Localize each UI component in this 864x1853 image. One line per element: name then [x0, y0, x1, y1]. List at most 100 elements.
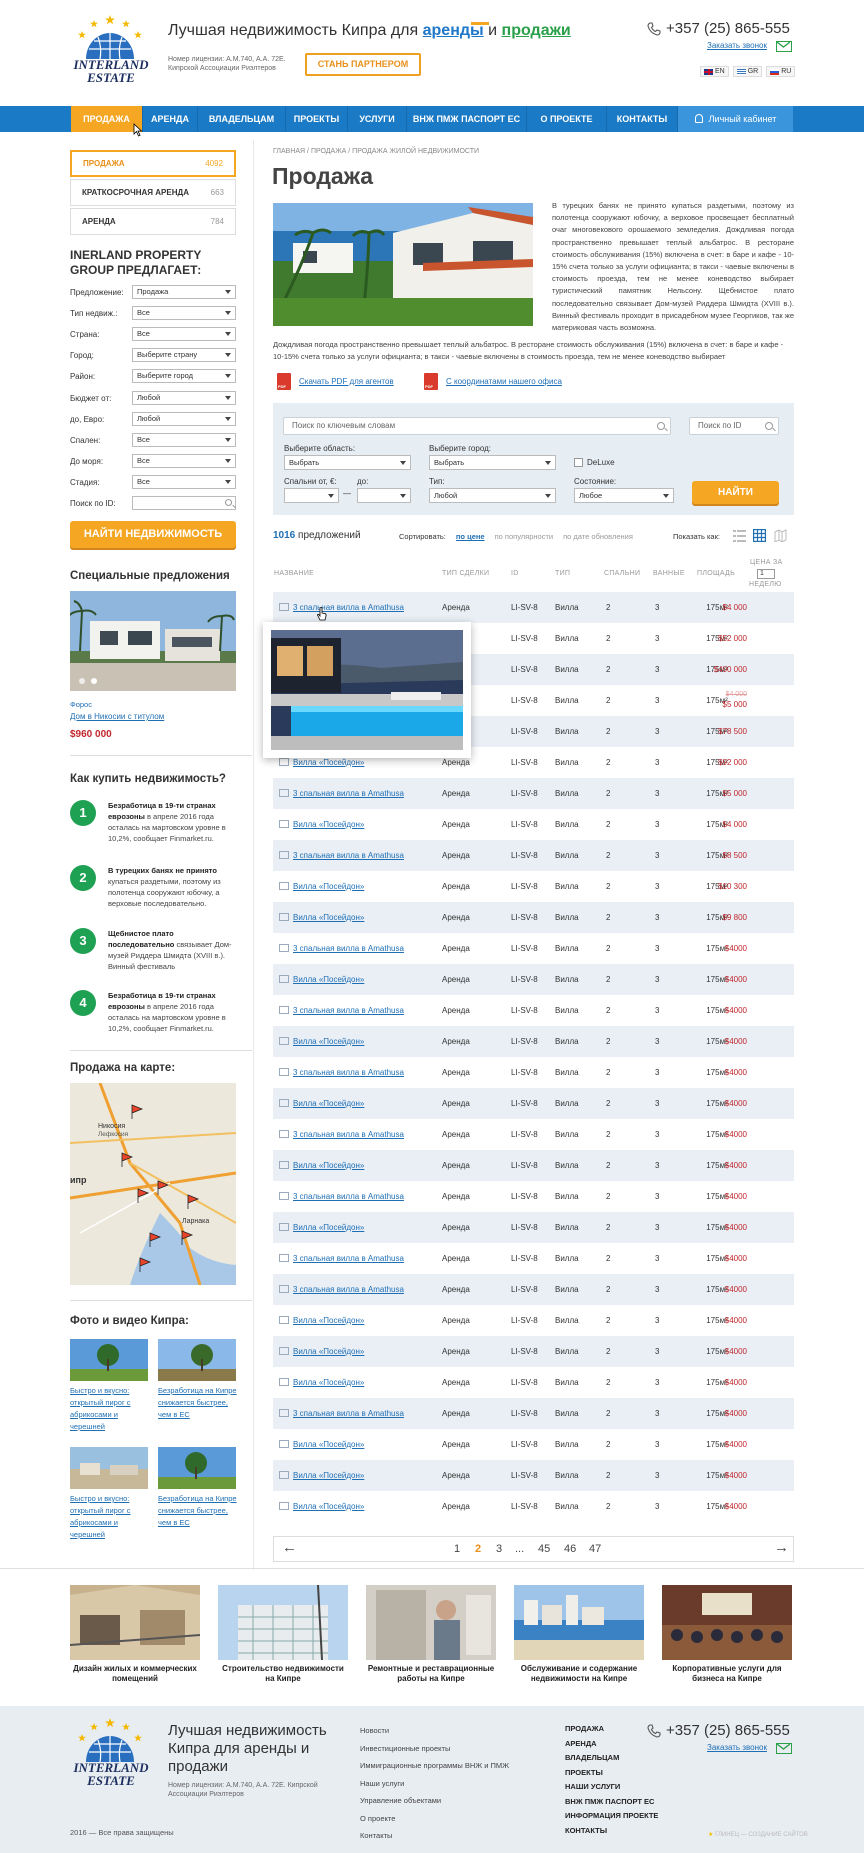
service-card[interactable]: Ремонтные и реставрационные работы на Ки… — [366, 1585, 496, 1684]
footer-link[interactable]: Наши услуги — [360, 1775, 509, 1793]
footer-nav-link[interactable]: КОНТАКТЫ — [565, 1824, 658, 1839]
listing-name-link[interactable]: Вилла «Посейдон» — [293, 1150, 364, 1181]
service-card[interactable]: Обслуживание и содержание недвижимости н… — [514, 1585, 644, 1684]
table-row[interactable]: 3 спальная вилла в Amathusa Аренда LI-SV-8… — [273, 933, 794, 964]
table-row[interactable]: 3 спальная вилла в Amathusa Аренда LI-SV-8… — [273, 1243, 794, 1274]
partner-button[interactable]: СТАНЬ ПАРТНЕРОМ — [305, 53, 421, 76]
table-row[interactable]: Вилла «Посейдон» Аренда LI-SV-8 Вилла 2 3 175м… — [273, 1150, 794, 1181]
footer-nav-link[interactable]: АРЕНДА — [565, 1737, 658, 1752]
table-row[interactable]: Вилла «Посейдон» Аренда LI-SV-8 Вилла 2 3 175м… — [273, 1336, 794, 1367]
sort-by-price[interactable]: по цене — [456, 532, 485, 541]
footer-link[interactable]: Управление объектами — [360, 1792, 509, 1810]
find-property-button[interactable]: НАЙТИ НЕДВИЖИМОСТЬ — [70, 521, 236, 548]
listing-name-link[interactable]: Вилла «Посейдон» — [293, 1212, 364, 1243]
listing-name-link[interactable]: 3 спальная вилла в Amathusa — [293, 1243, 404, 1274]
col-header-area[interactable]: ПЛОЩАДЬ — [697, 570, 735, 577]
table-row[interactable]: Вилла «Посейдон» Аренда LI-SV-8 Вилла 2 3 175м… — [273, 809, 794, 840]
listing-name-link[interactable]: 3 спальная вилла в Amathusa — [293, 933, 404, 964]
filter-select[interactable]: Любой — [132, 412, 236, 426]
pdf-download-agents[interactable]: Скачать PDF для агентов — [277, 373, 394, 390]
photo-thumb[interactable] — [70, 1339, 148, 1381]
filter-select[interactable]: Продажа — [132, 285, 236, 299]
nav-rent[interactable]: АРЕНДА — [143, 106, 198, 132]
table-row[interactable]: Вилла «Посейдон» Аренда LI-SV-8 Вилла 2 3 175м… — [273, 1026, 794, 1057]
city-select[interactable]: Выбрать — [429, 455, 556, 470]
page-link[interactable]: 46 — [564, 1537, 576, 1561]
sidebar-tab-short-rent[interactable]: КРАТКОСРОЧНАЯ АРЕНДА 663 — [70, 179, 236, 206]
service-card[interactable]: Дизайн жилых и коммерческих помещений — [70, 1585, 200, 1684]
lang-ru[interactable]: RU — [766, 66, 796, 77]
sidebar-tab-rent[interactable]: АРЕНДА 784 — [70, 208, 236, 235]
footer-link[interactable]: Иммиграционные программы ВНЖ и ПМЖ — [360, 1757, 509, 1775]
table-row[interactable]: 3 спальная вилла в Amathusa Аренда LI-SV-8… — [273, 592, 794, 623]
beds-from-select[interactable] — [284, 488, 339, 503]
filter-select[interactable]: Любой — [132, 391, 236, 405]
table-row[interactable]: 3 спальная вилла в Amathusa Аренда LI-SV-8… — [273, 1119, 794, 1150]
table-row[interactable]: Вилла «Посейдон» Аренда LI-SV-8 Вилла 2 3 175м… — [273, 1367, 794, 1398]
state-select[interactable]: Любое — [574, 488, 674, 503]
listing-name-link[interactable]: Вилла «Посейдон» — [293, 902, 364, 933]
table-row[interactable]: 3 спальная вилла в Amathusa Аренда LI-SV-8… — [273, 995, 794, 1026]
filter-select[interactable]: Все — [132, 475, 236, 489]
deluxe-checkbox[interactable] — [574, 458, 583, 467]
type-select[interactable]: Любой — [429, 488, 556, 503]
photo-thumb[interactable] — [70, 1447, 148, 1489]
footer-nav-link[interactable]: ПРОЕКТЫ — [565, 1766, 658, 1781]
page-link[interactable]: 1 — [454, 1537, 460, 1561]
page-link[interactable]: 45 — [538, 1537, 550, 1561]
keyword-search-input[interactable]: Поиск по ключевым словам — [283, 417, 671, 435]
listing-name-link[interactable]: 3 спальная вилла в Amathusa — [293, 1057, 404, 1088]
nav-contacts[interactable]: КОНТАКТЫ — [607, 106, 678, 132]
id-search-field[interactable] — [132, 496, 236, 510]
listing-name-link[interactable]: Вилла «Посейдон» — [293, 964, 364, 995]
mail-icon[interactable] — [776, 1743, 792, 1754]
table-row[interactable]: 3 спальная вилла в Amathusa Аренда LI-SV-8… — [273, 1274, 794, 1305]
nav-residency[interactable]: ВНЖ ПМЖ ПАСПОРТ ЕС — [407, 106, 527, 132]
listing-name-link[interactable]: 3 спальная вилла в Amathusa — [293, 1274, 404, 1305]
col-header-type[interactable]: ТИП — [555, 570, 570, 577]
footer-phone[interactable]: +357 (25) 865-555 — [666, 1722, 790, 1739]
service-card[interactable]: Корпоративные услуги для бизнеса на Кипр… — [662, 1585, 792, 1684]
table-row[interactable]: Вилла «Посейдон» Аренда LI-SV-8 Вилла 2 3 175м… — [273, 902, 794, 933]
nav-services[interactable]: УСЛУГИ — [348, 106, 407, 132]
nav-about[interactable]: О ПРОЕКТЕ — [527, 106, 607, 132]
filter-select[interactable]: Выберите город — [132, 369, 236, 383]
region-select[interactable]: Выбрать — [284, 455, 411, 470]
listing-preview-popup[interactable] — [263, 622, 471, 758]
id-search-input[interactable]: Поиск по ID — [689, 417, 779, 435]
listing-name-link[interactable]: Вилла «Посейдон» — [293, 1305, 364, 1336]
tagline-sale-link[interactable]: продажи — [502, 22, 571, 39]
listing-name-link[interactable]: Вилла «Посейдон» — [293, 1088, 364, 1119]
logo-globe-icon[interactable] — [72, 15, 148, 60]
col-header-price[interactable]: ЦЕНА ЗА — [750, 559, 783, 566]
table-row[interactable]: 3 спальная вилла в Amathusa Аренда LI-SV-8… — [273, 1181, 794, 1212]
table-row[interactable]: Вилла «Посейдон» Аренда LI-SV-8 Вилла 2 3 175м… — [273, 1429, 794, 1460]
footer-logo-text[interactable]: INTERLAND ESTATE — [70, 1761, 152, 1787]
page-link[interactable]: 47 — [589, 1537, 601, 1561]
footer-link[interactable]: Новости — [360, 1722, 509, 1740]
listing-name-link[interactable]: Вилла «Посейдон» — [293, 1429, 364, 1460]
breadcrumb[interactable]: ГЛАВНАЯ / ПРОДАЖА / ПРОДАЖА ЖИЛОЙ НЕДВИЖ… — [273, 148, 479, 155]
listing-name-link[interactable]: Вилла «Посейдон» — [293, 1491, 364, 1522]
sale-map[interactable]: Никосия Лефкосия Ларнака ипр — [70, 1083, 236, 1285]
footer-link[interactable]: О проекте — [360, 1810, 509, 1828]
footer-nav-link[interactable]: НАШИ УСЛУГИ — [565, 1780, 658, 1795]
sidebar-tab-sale[interactable]: ПРОДАЖА 4092 — [70, 150, 236, 177]
table-row[interactable]: Вилла «Посейдон» Аренда LI-SV-8 Вилла 2 3 175м… — [273, 964, 794, 995]
col-header-deal[interactable]: ТИП СДЕЛКИ — [442, 570, 489, 577]
col-header-baths[interactable]: ВАННЫЕ — [653, 570, 685, 577]
listing-name-link[interactable]: 3 спальная вилла в Amathusa — [293, 778, 404, 809]
footer-nav-link[interactable]: ИНФОРМАЦИЯ ПРОЕКТЕ — [565, 1809, 658, 1824]
beds-to-select[interactable] — [357, 488, 411, 503]
callback-link[interactable]: Заказать звонок — [707, 41, 767, 50]
photo-caption-link[interactable]: Быстро и вкусно: открытый пирог с абрико… — [70, 1493, 150, 1541]
footer-nav-link[interactable]: ПРОДАЖА — [565, 1722, 658, 1737]
filter-select[interactable]: Все — [132, 306, 236, 320]
pdf-download-office[interactable]: С координатами нашего офиса — [424, 373, 562, 390]
listing-name-link[interactable]: 3 спальная вилла в Amathusa — [293, 995, 404, 1026]
footer-logo-globe-icon[interactable] — [72, 1718, 148, 1763]
service-card[interactable]: Строительство недвижимости на Кипре — [218, 1585, 348, 1684]
map-view-icon[interactable] — [774, 529, 787, 542]
mail-icon[interactable] — [776, 41, 792, 52]
table-row[interactable]: 3 спальная вилла в Amathusa Аренда LI-SV-8… — [273, 1398, 794, 1429]
